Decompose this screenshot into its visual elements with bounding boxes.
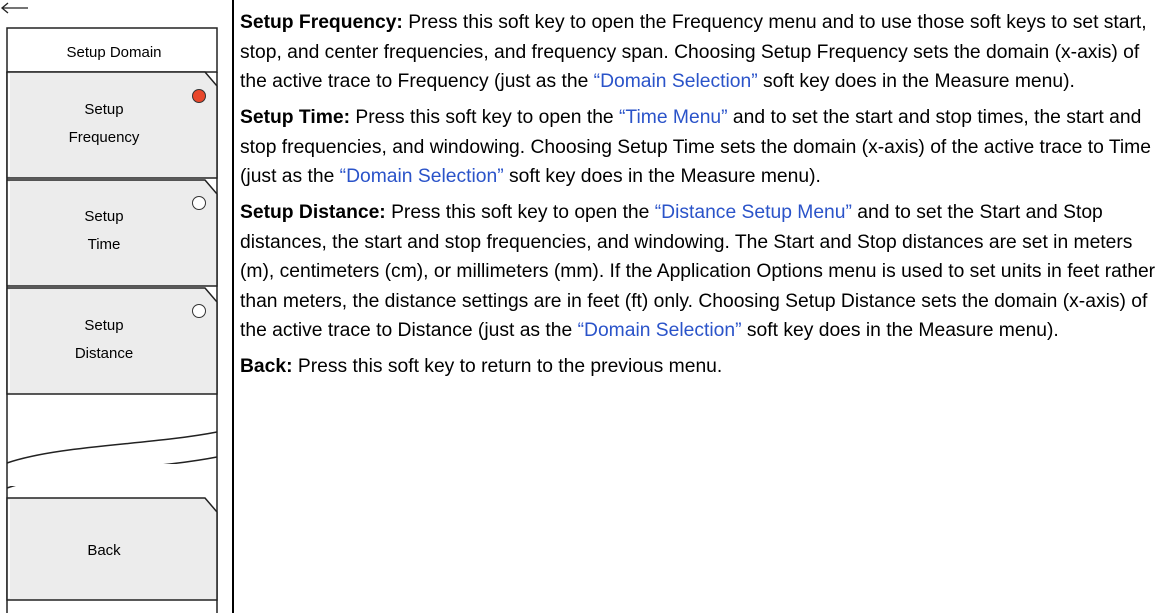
setup-time-description: Setup Time: Press this soft key to open … [240,107,1151,187]
setup-distance-heading: Setup Distance: [240,202,386,223]
setup-frequency-heading: Setup Frequency: [240,12,403,33]
back-label: Back [87,542,121,559]
menu-title: Setup Domain [66,44,162,61]
column-divider [232,0,234,613]
soft-key-panel: Setup Domain Setup Frequency Setup Time … [0,0,230,613]
setup-frequency-label: Setup Frequency [68,101,140,146]
domain-selection-link[interactable]: “Domain Selection” [340,166,504,187]
active-indicator-icon [192,89,206,103]
setup-time-label: Setup Time [84,208,124,253]
setup-distance-description: Setup Distance: Press this soft key to o… [240,202,1156,341]
setup-time-heading: Setup Time: [240,107,350,128]
back-description: Back: Press this soft key to return to t… [240,356,723,377]
inactive-indicator-icon [192,304,206,318]
setup-frequency-description: Setup Frequency: Press this soft key to … [240,12,1147,92]
distance-setup-menu-link[interactable]: “Distance Setup Menu” [655,202,852,223]
back-arrow-icon [0,2,28,14]
domain-selection-link[interactable]: “Domain Selection” [578,320,742,341]
inactive-indicator-icon [192,196,206,210]
time-menu-link[interactable]: “Time Menu” [619,107,728,128]
domain-selection-link[interactable]: “Domain Selection” [594,71,758,92]
setup-distance-label: Setup Distance [74,317,134,362]
back-heading: Back: [240,356,293,377]
key-descriptions: Setup Frequency: Press this soft key to … [240,8,1164,388]
